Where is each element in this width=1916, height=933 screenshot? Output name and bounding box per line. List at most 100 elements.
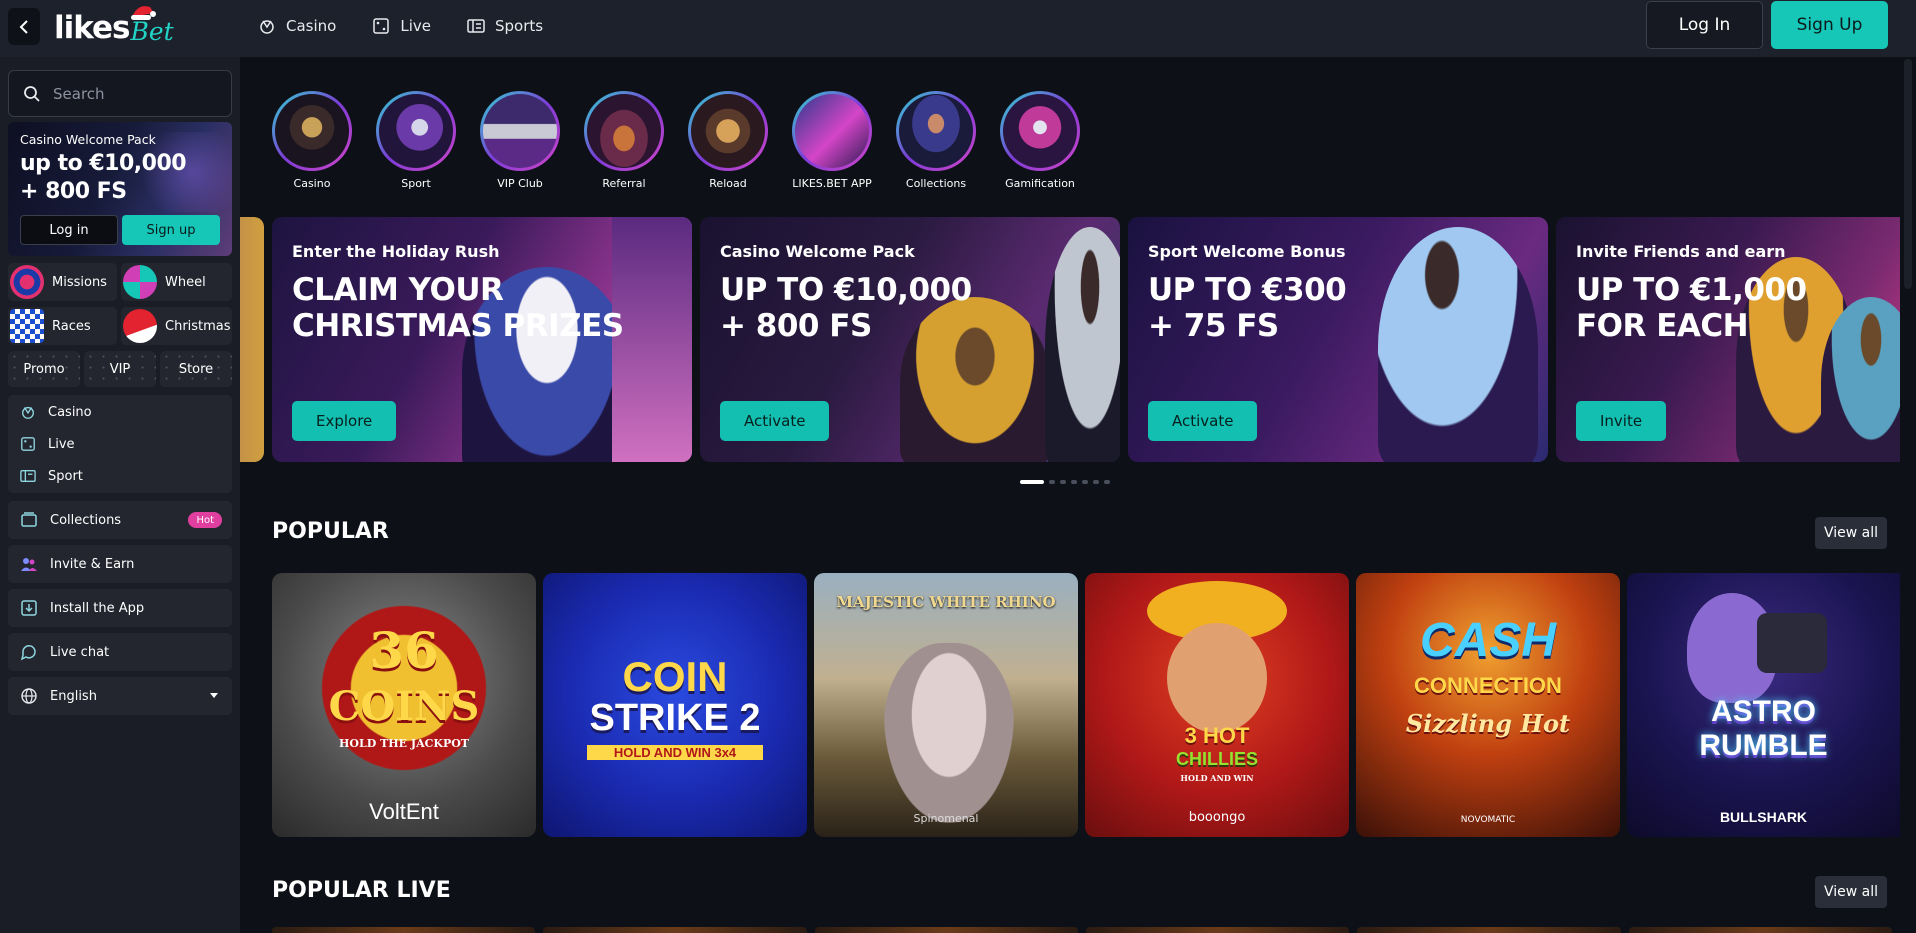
banner-headline: UP TO €1,000 FOR EACH — [1576, 272, 1807, 344]
category-sport-label: Sport — [401, 177, 431, 190]
chip-promo-label: Promo — [23, 361, 65, 377]
logo[interactable]: likes Bet — [54, 6, 174, 50]
live-dice-icon — [373, 18, 390, 34]
banner-sport-welcome[interactable]: Sport Welcome Bonus UP TO €300 + 75 FS A… — [1128, 217, 1548, 462]
tile-races[interactable]: Races — [8, 307, 117, 345]
category-ring — [376, 91, 456, 171]
carousel-dot[interactable] — [1060, 480, 1066, 484]
globe-icon — [21, 688, 37, 704]
game-card-majestic-white-rhino[interactable]: MAJESTIC WHITE RHINO Spinomenal — [814, 573, 1078, 837]
nav-sports[interactable]: Sports — [467, 17, 543, 35]
live-card[interactable] — [814, 927, 1078, 933]
scrollbar-thumb[interactable] — [1904, 59, 1912, 289]
sidebar-item-collections[interactable]: Collections Hot — [8, 501, 232, 539]
banner-headline-1: UP TO €10,000 — [720, 272, 972, 308]
category-ring — [584, 91, 664, 171]
category-app[interactable]: LIKES.BET APP — [792, 91, 872, 190]
banner-explore-button[interactable]: Explore — [292, 401, 397, 441]
page-scrollbar[interactable] — [1900, 57, 1916, 933]
banner-figure — [1045, 227, 1120, 462]
chat-bubble-icon — [20, 645, 36, 661]
category-gamification[interactable]: Gamification — [1000, 91, 1080, 190]
banner-partial[interactable] — [240, 217, 264, 462]
chevron-left-icon — [19, 19, 28, 34]
banner-headline-2: FOR EACH — [1576, 308, 1749, 344]
nav-casino[interactable]: Casino — [258, 17, 336, 35]
game-title-2: RUMBLE — [1699, 729, 1828, 762]
chip-promo[interactable]: Promo — [8, 351, 80, 387]
carousel-dot[interactable] — [1093, 480, 1099, 484]
sidebar-item-sport[interactable]: Sport — [8, 460, 232, 492]
search-placeholder: Search — [53, 84, 105, 103]
chip-store[interactable]: Store — [160, 351, 232, 387]
popular-view-all-button[interactable]: View all — [1815, 517, 1887, 549]
banner-casino-welcome[interactable]: Casino Welcome Pack UP TO €10,000 + 800 … — [700, 217, 1120, 462]
promo-amount-line1: up to €10,000 — [20, 151, 187, 176]
banner-headline-1: UP TO €300 — [1148, 272, 1347, 308]
category-casino[interactable]: Casino — [272, 91, 352, 190]
roulette-icon — [22, 406, 34, 419]
game-title-3: Sizzling Hot — [1405, 709, 1571, 738]
search-input[interactable]: Search — [8, 70, 232, 117]
back-button[interactable] — [8, 8, 40, 45]
category-reload[interactable]: Reload — [688, 91, 768, 190]
chip-vip[interactable]: VIP — [84, 351, 156, 387]
carousel-dot[interactable] — [1082, 480, 1088, 484]
category-vip-club[interactable]: VIP Club — [480, 91, 560, 190]
sidebar-item-install-app[interactable]: Install the App — [8, 589, 232, 627]
live-card[interactable] — [543, 927, 807, 933]
sidebar-item-live-chat-label: Live chat — [50, 644, 110, 660]
sidebar-item-casino[interactable]: Casino — [8, 396, 232, 428]
live-card[interactable] — [1628, 927, 1892, 933]
game-card-36-coins[interactable]: 36 COINS HOLD THE JACKPOT VoltEnt — [272, 573, 536, 837]
game-title-2: CHILLIES — [1175, 749, 1258, 769]
popular-live-row — [272, 927, 1892, 933]
game-title-3: HOLD AND WIN — [1180, 773, 1254, 783]
nav-live-label: Live — [400, 17, 431, 35]
category-collections[interactable]: Collections — [896, 91, 976, 190]
banner-invite[interactable]: Invite Friends and earn UP TO €1,000 FOR… — [1556, 217, 1900, 462]
game-provider: NOVOMATIC — [1460, 815, 1516, 825]
christmas-tree — [612, 217, 692, 462]
carousel-dot[interactable] — [1049, 480, 1055, 484]
tile-wheel[interactable]: Wheel — [121, 263, 232, 301]
live-card[interactable] — [1357, 927, 1621, 933]
carousel-dot[interactable] — [1071, 480, 1077, 484]
sidebar-item-live-chat[interactable]: Live chat — [8, 633, 232, 671]
category-app-label: LIKES.BET APP — [792, 177, 872, 190]
category-sport[interactable]: Sport — [376, 91, 456, 190]
carousel-pager — [1020, 480, 1110, 484]
banner-christmas[interactable]: Enter the Holiday Rush CLAIM YOUR CHRIST… — [272, 217, 692, 462]
carousel-dot[interactable] — [1104, 480, 1110, 484]
sidebar-item-live-label: Live — [48, 436, 75, 452]
banner-activate-button[interactable]: Activate — [720, 401, 830, 441]
game-card-3-hot-chillies[interactable]: 3 HOT CHILLIES HOLD AND WIN booongo — [1085, 573, 1349, 837]
hot-badge: Hot — [188, 512, 222, 528]
banner-activate-button[interactable]: Activate — [1148, 401, 1258, 441]
carousel-dot[interactable] — [1020, 480, 1044, 484]
rhino-art — [884, 643, 1014, 823]
game-card-coin-strike-2[interactable]: COIN STRIKE 2 HOLD AND WIN 3x4 — [543, 573, 807, 837]
nav-sports-label: Sports — [494, 17, 544, 35]
sidebar-signup-button[interactable]: Sign up — [122, 215, 220, 245]
sidebar-menu: Casino Live Sport — [8, 395, 232, 493]
sidebar-item-invite[interactable]: Invite & Earn — [8, 545, 232, 583]
popular-live-view-all-button[interactable]: View all — [1815, 876, 1887, 908]
sidebar-item-live[interactable]: Live — [8, 428, 232, 460]
banner-invite-button[interactable]: Invite — [1576, 401, 1667, 441]
category-referral[interactable]: Referral — [584, 91, 664, 190]
game-card-cash-connection[interactable]: CASH CONNECTION Sizzling Hot NOVOMATIC — [1356, 573, 1620, 837]
sidebar-item-sport-label: Sport — [48, 468, 83, 484]
sidebar-login-button[interactable]: Log in — [20, 215, 118, 245]
signup-button[interactable]: Sign Up — [1771, 1, 1888, 49]
tile-missions[interactable]: Missions — [8, 263, 117, 301]
login-button[interactable]: Log In — [1646, 1, 1763, 49]
game-card-astro-rumble[interactable]: ASTRO RUMBLE BULLSHARK — [1627, 573, 1900, 837]
live-card[interactable] — [272, 927, 536, 933]
language-select[interactable]: English — [8, 677, 232, 715]
banner-subtitle: Enter the Holiday Rush — [292, 242, 500, 261]
search-icon — [24, 85, 40, 102]
live-card[interactable] — [1085, 927, 1350, 933]
tile-christmas[interactable]: Christmas — [121, 307, 232, 345]
nav-live[interactable]: Live — [372, 17, 431, 35]
